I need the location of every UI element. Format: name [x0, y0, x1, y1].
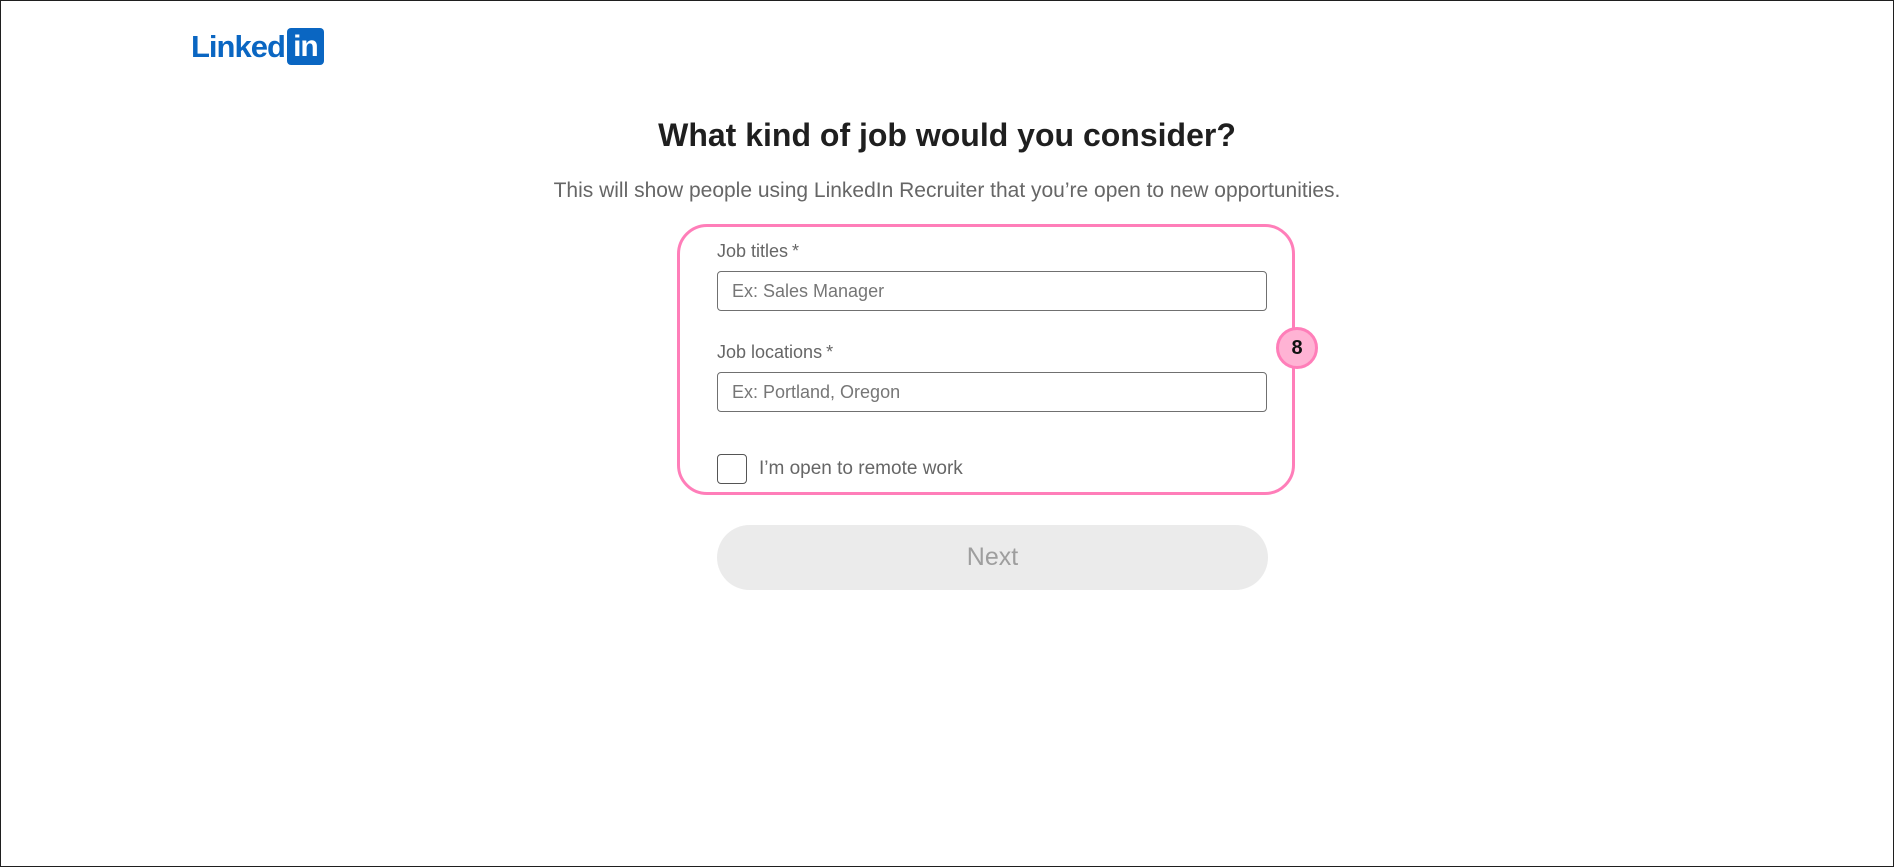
job-locations-label: Job locations *: [717, 342, 833, 363]
page-subtitle: This will show people using LinkedIn Rec…: [553, 179, 1341, 202]
remote-work-label[interactable]: I’m open to remote work: [759, 458, 963, 480]
remote-work-option[interactable]: I’m open to remote work: [717, 454, 963, 484]
next-button[interactable]: Next: [717, 525, 1268, 590]
remote-work-checkbox[interactable]: [717, 454, 747, 484]
job-titles-label-text: Job titles: [717, 241, 789, 261]
job-titles-input[interactable]: [717, 271, 1267, 311]
logo-text: Linked: [191, 28, 286, 64]
job-titles-label: Job titles *: [717, 241, 799, 262]
required-mark: *: [792, 241, 800, 261]
annotation-badge: 8: [1276, 327, 1318, 369]
logo-in-box: in: [286, 28, 324, 65]
linkedin-logo[interactable]: Linked in: [191, 28, 324, 65]
required-mark: *: [826, 342, 834, 362]
page-title: What kind of job would you consider?: [658, 117, 1236, 153]
job-locations-input[interactable]: [717, 372, 1267, 412]
job-locations-label-text: Job locations: [717, 342, 823, 362]
page-frame: Linked in What kind of job would you con…: [0, 0, 1894, 867]
